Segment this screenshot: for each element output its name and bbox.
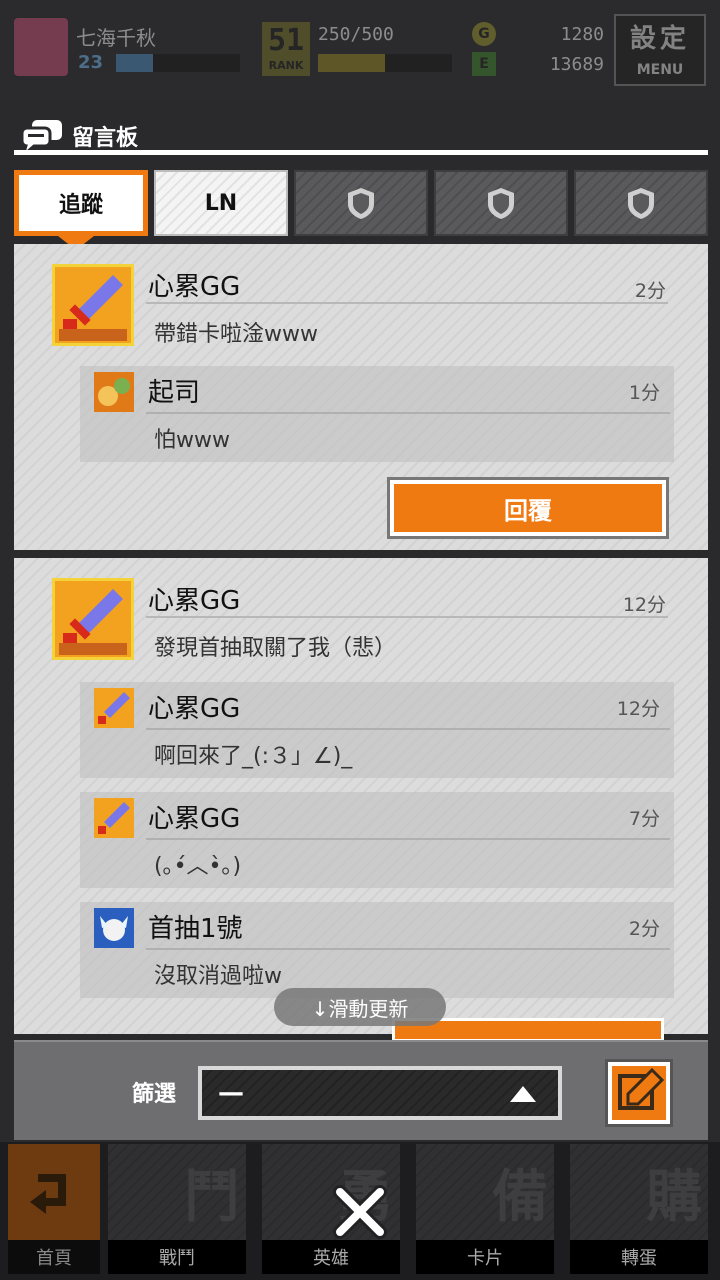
reply-divider xyxy=(146,838,670,840)
post-body: 帶錯卡啦淦www xyxy=(154,322,318,347)
sword-card-avatar[interactable] xyxy=(94,688,134,728)
close-icon[interactable] xyxy=(330,1182,390,1242)
rank-badge: 51 RANK xyxy=(262,22,310,76)
filter-dropdown[interactable]: — xyxy=(198,1066,562,1120)
reply-time: 12分 xyxy=(616,698,660,720)
edit-pencil-icon xyxy=(618,1067,665,1110)
reply-time: 2分 xyxy=(628,918,660,940)
tab-locked-2[interactable] xyxy=(434,170,568,236)
reply-author[interactable]: 首抽1號 xyxy=(148,908,243,945)
nav-battle[interactable]: 鬥 戰鬥 xyxy=(104,1144,250,1276)
menu-button-label: 設定 xyxy=(629,24,690,54)
sword-icon xyxy=(55,581,131,657)
reply-item: 心累GG 7分 (｡•́︿•̀｡) xyxy=(80,792,674,888)
rank-number: 51 xyxy=(267,23,305,58)
post-time: 12分 xyxy=(622,594,666,616)
filter-label: 篩選 xyxy=(132,1082,177,1107)
shield-icon xyxy=(348,188,374,219)
thread: 心累GG 12分 發現首抽取關了我（悲） 心累GG 12分 啊回來了_(:３」∠… xyxy=(14,558,708,1034)
tab-ln[interactable]: LN xyxy=(154,170,288,236)
home-back-icon xyxy=(8,1144,100,1240)
sword-card-avatar[interactable] xyxy=(94,798,134,838)
cheese-avatar[interactable] xyxy=(94,372,134,412)
reply-divider xyxy=(146,948,670,950)
message-feed[interactable]: 心累GG 2分 帶錯卡啦淦www 起司 1分 怕www 回覆 心累GG 12分 … xyxy=(14,244,708,1034)
nav-battle-label: 戰鬥 xyxy=(108,1240,246,1274)
filter-selected-value: — xyxy=(218,1078,244,1108)
shield-icon xyxy=(488,188,514,219)
top-status-bar: 七海千秋 23 51 RANK 250/500 G E 1280 13689 設… xyxy=(0,0,720,100)
player-name: 七海千秋 xyxy=(76,26,156,50)
reply-body: 啊回來了_(:３」∠)_ xyxy=(154,744,353,769)
stamina-fill xyxy=(318,54,385,72)
tab-locked-3[interactable] xyxy=(574,170,708,236)
nav-cards[interactable]: 備 卡片 xyxy=(412,1144,558,1276)
nav-cards-label: 卡片 xyxy=(416,1240,554,1274)
coin-count: 1280 xyxy=(560,24,604,45)
nav-heroes-label: 英雄 xyxy=(262,1240,400,1274)
cards-icon: 備 xyxy=(492,1165,548,1230)
thread: 心累GG 2分 帶錯卡啦淦www 起司 1分 怕www 回覆 xyxy=(14,244,708,550)
nav-gacha-label: 轉蛋 xyxy=(570,1240,708,1274)
reply-body: (｡•́︿•̀｡) xyxy=(154,854,242,879)
board-header-divider xyxy=(14,150,708,155)
reply-divider xyxy=(146,412,670,414)
blue-character-avatar[interactable] xyxy=(94,908,134,948)
tab-follow[interactable]: 追蹤 xyxy=(14,170,148,236)
coin-icon: G xyxy=(472,22,496,46)
stamina-text: 250/500 xyxy=(318,24,394,45)
post-divider xyxy=(146,302,668,304)
board-tabs: 追蹤 LN xyxy=(14,170,708,236)
sword-icon xyxy=(55,267,131,343)
xp-fill xyxy=(116,54,154,72)
menu-button-sublabel: MENU xyxy=(636,62,684,78)
reply-author[interactable]: 心累GG xyxy=(148,798,240,835)
reply-item: 起司 1分 怕www xyxy=(80,366,674,462)
sword-card-avatar[interactable] xyxy=(52,578,134,660)
rank-label: RANK xyxy=(268,59,304,72)
player-avatar[interactable] xyxy=(14,18,68,76)
post-time: 2分 xyxy=(634,280,666,302)
dropdown-arrow-icon xyxy=(510,1086,536,1102)
post-author[interactable]: 心累GG xyxy=(148,580,240,617)
chat-bubbles-icon xyxy=(20,120,62,151)
xp-bar xyxy=(116,54,240,72)
nav-gacha[interactable]: 購 轉蛋 xyxy=(566,1144,712,1276)
pull-to-refresh-hint: ↓滑動更新 xyxy=(274,988,446,1026)
sword-card-avatar[interactable] xyxy=(52,264,134,346)
post-divider xyxy=(146,616,668,618)
player-level: 23 xyxy=(78,52,104,73)
reply-divider xyxy=(146,728,670,730)
tab-locked-1[interactable] xyxy=(294,170,428,236)
menu-button[interactable]: 設定 MENU xyxy=(614,14,706,86)
shield-icon xyxy=(628,188,654,219)
reply-time: 1分 xyxy=(628,382,660,404)
compose-button[interactable] xyxy=(605,1059,673,1127)
reply-author[interactable]: 起司 xyxy=(148,372,200,409)
nav-home[interactable]: 首頁 xyxy=(8,1144,100,1276)
post-author[interactable]: 心累GG xyxy=(148,266,240,303)
battle-icon: 鬥 xyxy=(184,1165,240,1230)
gem-icon: E xyxy=(472,52,496,76)
nav-home-label: 首頁 xyxy=(8,1240,100,1274)
filter-bar: 篩選 — xyxy=(14,1040,708,1140)
reply-item: 心累GG 12分 啊回來了_(:３」∠)_ xyxy=(80,682,674,778)
gacha-icon: 購 xyxy=(646,1165,702,1230)
gem-count: 13689 xyxy=(549,54,604,75)
stamina-bar xyxy=(318,54,452,72)
reply-button[interactable]: 回覆 xyxy=(387,477,669,539)
reply-body: 沒取消過啦w xyxy=(154,964,282,989)
reply-time: 7分 xyxy=(628,808,660,830)
reply-item: 首抽1號 2分 沒取消過啦w xyxy=(80,902,674,998)
reply-body: 怕www xyxy=(154,428,230,453)
reply-author[interactable]: 心累GG xyxy=(148,688,240,725)
post-body: 發現首抽取關了我（悲） xyxy=(154,636,397,661)
board-title: 留言板 xyxy=(72,126,139,151)
